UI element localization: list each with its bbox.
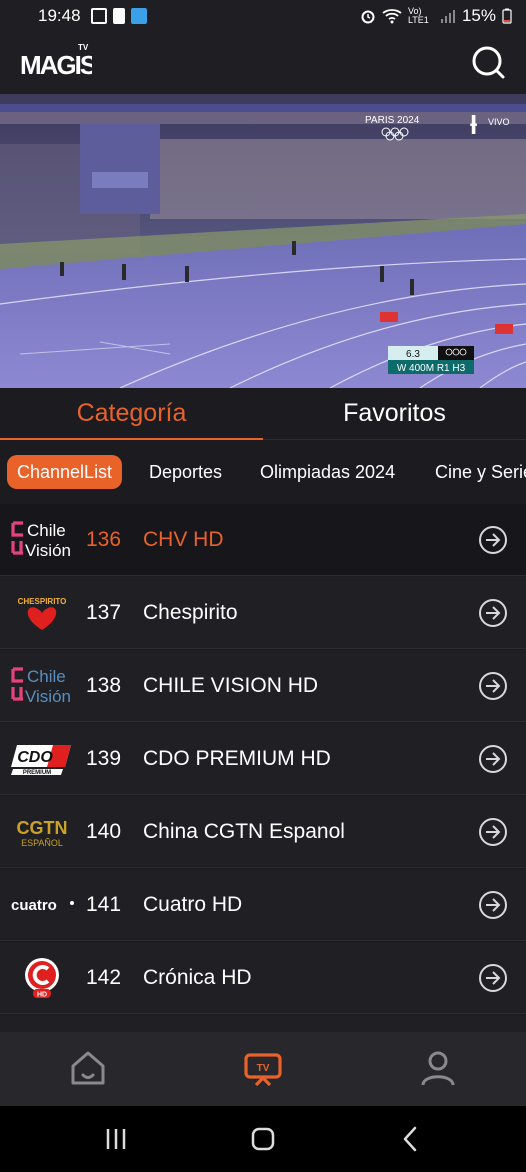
gallery-icon (90, 8, 107, 24)
channel-number: 137 (86, 601, 122, 624)
video-frame: PARIS 2024 ƚ VIVO 6.3 W 400M R1 H3 (0, 94, 526, 388)
notification-icons (90, 8, 147, 24)
channel-number: 141 (86, 893, 122, 916)
svg-text:PREMIUM: PREMIUM (23, 770, 51, 776)
home-icon[interactable] (68, 1048, 108, 1088)
tab-favoritos[interactable]: Favoritos (263, 388, 526, 440)
live-label: VIVO (488, 117, 510, 127)
channel-row[interactable]: CHESPIRITO 137 Chespirito (0, 577, 526, 649)
svg-text:HD: HD (37, 992, 47, 999)
svg-text:cuatro: cuatro (11, 897, 57, 914)
channel-name: CDO PREMIUM HD (143, 747, 331, 770)
chespirito-logo: CHESPIRITO (6, 585, 78, 641)
cuatro-logo: cuatro (6, 877, 78, 933)
channel-number: 140 (86, 820, 122, 843)
svg-text:TV: TV (257, 1063, 270, 1074)
svg-text:CGTN: CGTN (17, 818, 68, 838)
cronica-logo: HD (6, 950, 78, 1006)
race-time: 6.3 (406, 349, 420, 360)
arrow-right-circle-icon[interactable] (478, 671, 508, 701)
status-right: Vo) LTE1 15% (360, 6, 512, 26)
wifi-icon (382, 9, 402, 24)
arrow-right-circle-icon[interactable] (478, 817, 508, 847)
battery-percent: 15% (461, 6, 496, 25)
channel-row[interactable]: CGTN ESPAÑOL 140 China CGTN Espanol (0, 796, 526, 868)
channel-name: Cuatro HD (143, 893, 243, 916)
svg-text:Visión: Visión (25, 541, 71, 560)
chilevision-logo: Chile Visión (6, 658, 78, 714)
search-icon[interactable] (468, 42, 508, 82)
channel-number: 136 (86, 528, 122, 551)
recent-apps-icon[interactable] (101, 1124, 131, 1154)
status-bar: 19:48 Vo) LTE1 15% (0, 0, 526, 32)
channel-row[interactable]: cuatro 141 Cuatro HD (0, 869, 526, 941)
arrow-right-circle-icon[interactable] (478, 525, 508, 555)
race-label: W 400M R1 H3 (397, 363, 466, 374)
category-tabs: Categoría Favoritos (0, 388, 526, 440)
category-chips: ChannelList Deportes Olimpiadas 2024 Cin… (0, 440, 526, 504)
home-button-icon[interactable] (248, 1124, 278, 1154)
video-brand-label: PARIS 2024 (365, 115, 420, 126)
chip-cine-y-series[interactable]: Cine y Series (435, 455, 526, 489)
bottom-navigation: TV (0, 1032, 526, 1106)
svg-text:Chile: Chile (27, 667, 66, 686)
tab-categoria[interactable]: Categoría (0, 388, 263, 440)
profile-icon[interactable] (418, 1048, 458, 1088)
network-label: Vo) LTE1 (407, 6, 429, 25)
tv-icon[interactable]: TV (243, 1048, 283, 1088)
svg-text:ESPAÑOL: ESPAÑOL (21, 838, 63, 848)
chip-channellist[interactable]: ChannelList (7, 455, 123, 489)
channel-number: 139 (86, 747, 122, 770)
svg-text:Chile: Chile (27, 521, 66, 540)
arrow-right-circle-icon[interactable] (478, 963, 508, 993)
alarm-icon (361, 10, 375, 24)
chip-deportes[interactable]: Deportes (149, 455, 222, 489)
channel-name: Crónica HD (143, 966, 252, 989)
channel-row[interactable]: CDO PREMIUM 139 CDO PREMIUM HD (0, 723, 526, 795)
channel-number: 138 (86, 674, 122, 697)
channel-name: CHV HD (143, 528, 224, 551)
race-scoreboard: 6.3 W 400M R1 H3 (388, 346, 474, 374)
channel-row[interactable]: Chile Visión 138 CHILE VISION HD (0, 650, 526, 722)
channel-row-partial (0, 1015, 526, 1032)
arrow-right-circle-icon[interactable] (478, 598, 508, 628)
arrow-right-circle-icon[interactable] (478, 890, 508, 920)
svg-text:CDO: CDO (17, 749, 53, 766)
channel-name: CHILE VISION HD (143, 674, 319, 697)
channel-list: Chile Visión 136 CHV HD CHESPIRITO 137 C… (0, 504, 526, 1032)
alert-icon (112, 8, 125, 24)
channel-name: China CGTN Espanol (143, 820, 345, 843)
status-time: 19:48 (38, 6, 81, 25)
battery-icon (502, 8, 512, 24)
signal-icon (440, 10, 455, 23)
back-icon[interactable] (395, 1124, 425, 1154)
channel-number: 142 (86, 966, 122, 989)
chip-olimpiadas-2024[interactable]: Olimpiadas 2024 (260, 455, 395, 489)
arrow-right-circle-icon[interactable] (478, 744, 508, 774)
app-header: MAGIS TV (0, 32, 526, 94)
svg-text:TV: TV (78, 43, 89, 52)
app-logo: MAGIS TV (20, 40, 99, 84)
system-navigation-bar (0, 1106, 526, 1172)
app-notification-icon (130, 8, 147, 24)
svg-text:Visión: Visión (25, 687, 71, 706)
channel-row[interactable]: Chile Visión 136 CHV HD (0, 504, 526, 576)
channel-row[interactable]: HD 142 Crónica HD (0, 942, 526, 1014)
svg-text:CHESPIRITO: CHESPIRITO (18, 597, 67, 606)
svg-text:MAGIS: MAGIS (20, 50, 92, 80)
channel-name: Chespirito (143, 601, 238, 624)
cgtn-espanol-logo: CGTN ESPAÑOL (6, 804, 78, 860)
video-player[interactable]: PARIS 2024 ƚ VIVO 6.3 W 400M R1 H3 (0, 94, 526, 388)
channel-watermark-icon: ƚ (470, 110, 477, 140)
cdo-premium-logo: CDO PREMIUM (6, 731, 78, 787)
chilevision-logo: Chile Visión (6, 512, 78, 568)
